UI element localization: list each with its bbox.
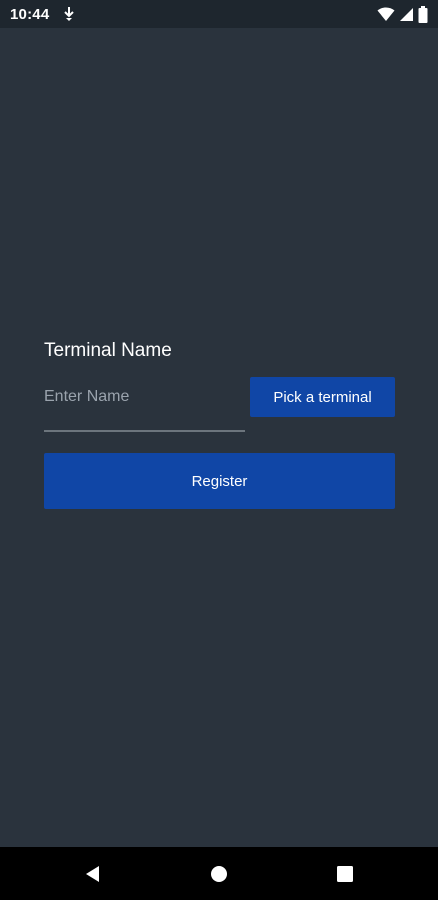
register-button-label: Register: [191, 472, 248, 490]
terminal-name-label: Terminal Name: [44, 340, 172, 361]
navigation-bar: [0, 847, 438, 900]
battery-icon: [418, 5, 428, 23]
home-icon[interactable]: [206, 861, 232, 887]
app-screen: 10:44 Terminal Name Enter Name Pick a te…: [0, 0, 438, 900]
status-time: 10:44: [10, 6, 50, 23]
status-icons: [377, 5, 428, 23]
terminal-name-input[interactable]: [44, 384, 239, 410]
back-icon[interactable]: [80, 861, 106, 887]
pick-terminal-button[interactable]: Pick a terminal: [250, 377, 395, 417]
recent-apps-icon[interactable]: [332, 861, 358, 887]
wifi-icon: [377, 6, 395, 22]
name-input-container: [44, 378, 245, 432]
signal-icon: [399, 6, 414, 22]
pick-terminal-button-label: Pick a terminal: [273, 388, 372, 406]
register-button[interactable]: Register: [44, 453, 395, 509]
download-icon: [62, 6, 76, 22]
status-bar: 10:44: [0, 0, 438, 28]
